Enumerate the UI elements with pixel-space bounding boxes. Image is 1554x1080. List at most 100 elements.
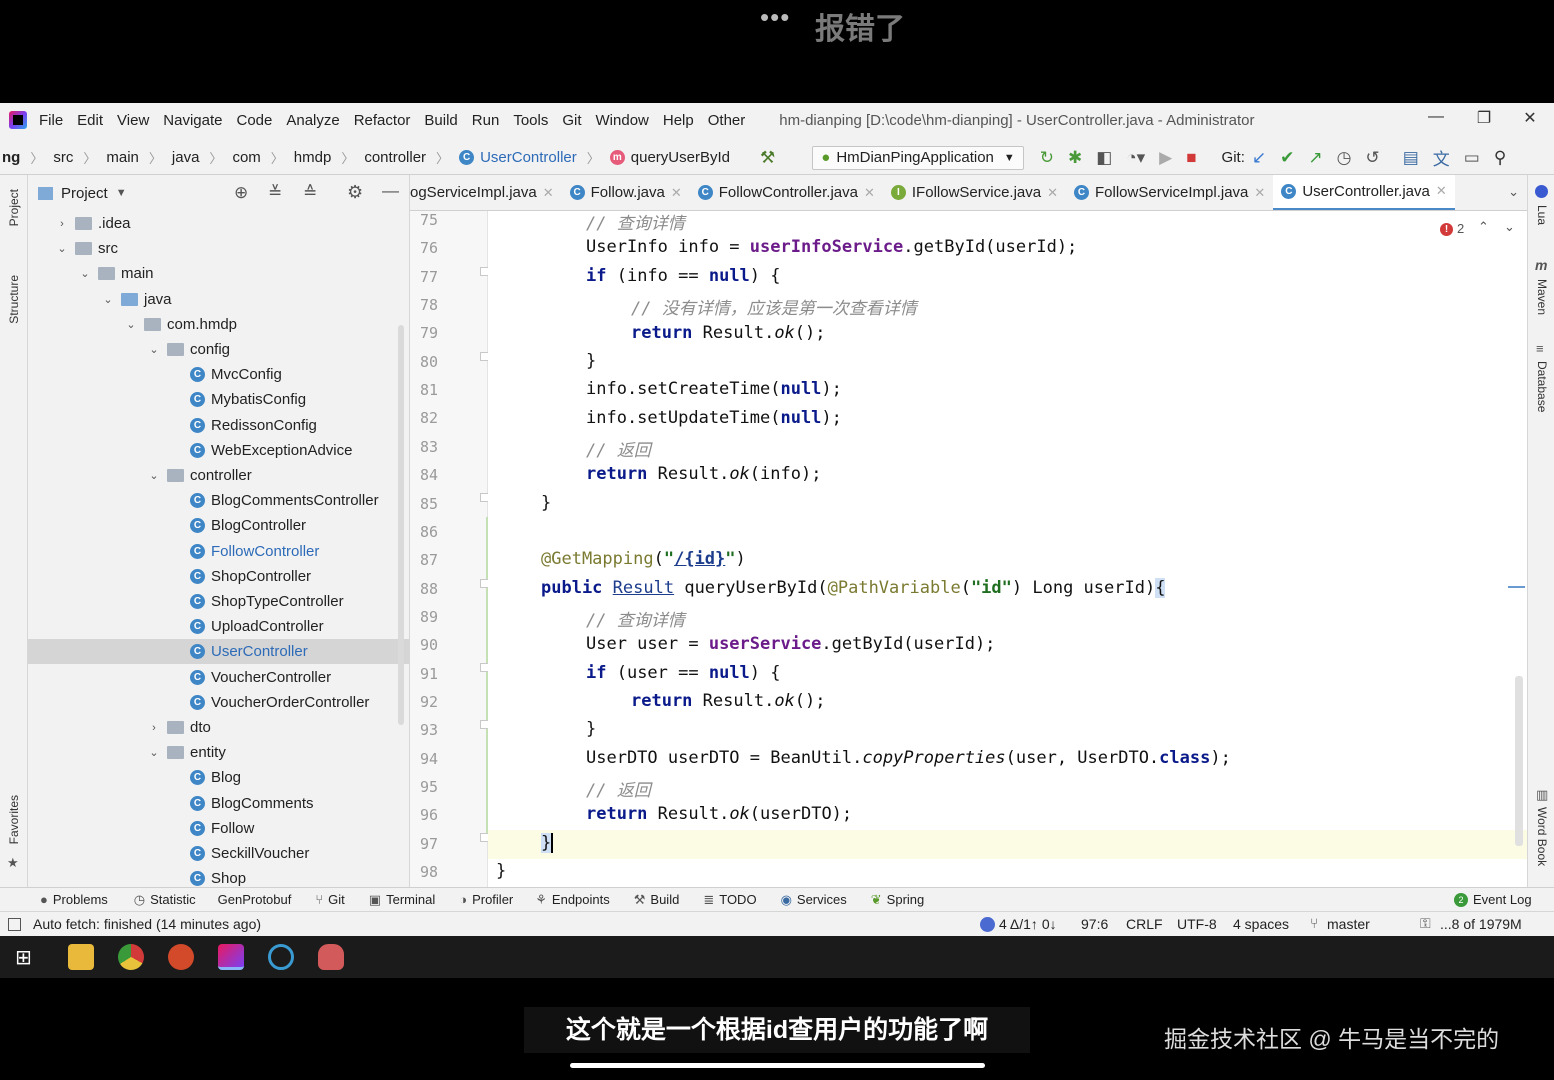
tool-build[interactable]: ⚒ Build	[634, 892, 680, 908]
breadcrumb-usercontroller[interactable]: C UserController	[459, 149, 577, 166]
tree-item-java[interactable]: ⌄ java	[28, 287, 409, 312]
profile-icon[interactable]: ◔▾	[1126, 148, 1145, 168]
line-number[interactable]: 98	[410, 863, 438, 881]
chevron-down-icon[interactable]: ▼	[116, 187, 127, 199]
close-tab-icon[interactable]: ✕	[864, 185, 875, 201]
next-highlight-icon[interactable]: ⌄	[1504, 219, 1515, 235]
tool-todo[interactable]: ≣ TODO	[703, 892, 756, 908]
line-number[interactable]: 76	[410, 239, 438, 257]
translate-icon[interactable]: 文	[1433, 145, 1450, 170]
error-icon[interactable]: !	[1440, 223, 1453, 236]
line-number[interactable]: 93	[410, 721, 438, 739]
line-number[interactable]: 84	[410, 466, 438, 484]
lock-icon[interactable]: ⚿	[1420, 915, 1431, 932]
tree-scrollbar[interactable]	[398, 325, 404, 725]
menu-navigate[interactable]: Navigate	[163, 112, 222, 129]
project-view-label[interactable]: Project	[61, 185, 108, 202]
chevron-down-icon[interactable]: ⌄	[147, 746, 161, 759]
breadcrumb-controller[interactable]: controller	[364, 149, 426, 166]
line-number[interactable]: 79	[410, 324, 438, 342]
structure-tool-tab[interactable]: Structure	[7, 275, 21, 324]
tree-item-src[interactable]: ⌄ src	[28, 236, 409, 261]
tree-item-seckillvoucher[interactable]: C SeckillVoucher	[28, 841, 409, 866]
tab-usercontroller[interactable]: C UserController.java ✕	[1273, 175, 1455, 210]
file-explorer-icon[interactable]	[67, 944, 94, 970]
tab-follow[interactable]: C Follow.java ✕	[562, 175, 690, 210]
chevron-right-icon[interactable]: ›	[147, 722, 161, 734]
memory-indicator[interactable]: ...8 of 1979M	[1440, 916, 1522, 932]
expand-all-icon[interactable]: ≚	[268, 183, 282, 203]
tree-item-controller[interactable]: ⌄ controller	[28, 463, 409, 488]
line-number[interactable]: 83	[410, 438, 438, 456]
tree-item-entity[interactable]: ⌄ entity	[28, 740, 409, 765]
tree-item-vouchercontroller[interactable]: C VoucherController	[28, 665, 409, 690]
tree-item-usercontroller[interactable]: C UserController	[28, 639, 409, 665]
close-tab-icon[interactable]: ✕	[1254, 185, 1265, 201]
breadcrumb-src[interactable]: src	[53, 149, 73, 166]
app-circles-icon[interactable]	[267, 944, 294, 970]
tree-item-blog[interactable]: C Blog	[28, 765, 409, 790]
rerun-icon[interactable]: ↻	[1040, 148, 1054, 168]
tool-terminal[interactable]: ▣ Terminal	[369, 892, 435, 908]
tab-followserviceimpl[interactable]: C FollowServiceImpl.java ✕	[1066, 175, 1273, 210]
tree-item--idea[interactable]: › .idea	[28, 211, 409, 236]
git-push-icon[interactable]: ↗	[1308, 148, 1322, 168]
tree-item-com-hmdp[interactable]: ⌄ com.hmdp	[28, 312, 409, 337]
tree-item-webexceptionadvice[interactable]: C WebExceptionAdvice	[28, 438, 409, 463]
tree-item-mvcconfig[interactable]: C MvcConfig	[28, 362, 409, 387]
line-number[interactable]: 86	[410, 523, 438, 541]
database-tool-tab[interactable]: Database	[1535, 361, 1549, 412]
menu-refactor[interactable]: Refactor	[354, 112, 411, 129]
restore-icon[interactable]: ❐	[1474, 108, 1494, 128]
tree-item-redissonconfig[interactable]: C RedissonConfig	[28, 413, 409, 438]
rollback-icon[interactable]: ↺	[1365, 148, 1379, 168]
debug-bug-icon[interactable]: ✱	[1068, 148, 1082, 168]
chevron-right-icon[interactable]: ›	[55, 218, 69, 230]
tool-problems[interactable]: ● Problems	[40, 892, 108, 907]
file-encoding[interactable]: UTF-8	[1177, 916, 1217, 932]
tab-followcontroller[interactable]: C FollowController.java ✕	[690, 175, 883, 210]
menu-tools[interactable]: Tools	[513, 112, 548, 129]
tab-list-chevron-icon[interactable]: ⌄	[1508, 184, 1519, 200]
git-commit-icon[interactable]: ✔	[1280, 148, 1294, 168]
line-number[interactable]: 89	[410, 608, 438, 626]
git-branch[interactable]: master	[1327, 916, 1370, 932]
editor-scrollbar[interactable]	[1515, 676, 1523, 846]
close-tab-icon[interactable]: ✕	[671, 185, 682, 201]
breadcrumb-hmdp[interactable]: hmdp	[294, 149, 332, 166]
hammer-build-icon[interactable]: ⚒	[760, 148, 775, 168]
chevron-down-icon[interactable]: ⌄	[78, 267, 92, 280]
close-tab-icon[interactable]: ✕	[543, 185, 554, 201]
tree-item-uploadcontroller[interactable]: C UploadController	[28, 614, 409, 639]
menu-analyze[interactable]: Analyze	[286, 112, 339, 129]
project-structure-icon[interactable]: ▤	[1403, 148, 1419, 168]
menu-window[interactable]: Window	[596, 112, 649, 129]
tree-item-shoptypecontroller[interactable]: C ShopTypeController	[28, 589, 409, 614]
minimize-icon[interactable]: —	[1426, 108, 1446, 126]
more-dots-icon[interactable]: •••	[760, 2, 790, 33]
line-separator[interactable]: CRLF	[1126, 916, 1163, 932]
previous-highlight-icon[interactable]: ⌃	[1478, 219, 1489, 235]
favorites-tool-tab[interactable]: Favorites	[7, 795, 21, 844]
tree-item-follow[interactable]: C Follow	[28, 816, 409, 841]
menu-view[interactable]: View	[117, 112, 149, 129]
stop-icon[interactable]: ■	[1186, 148, 1196, 168]
tab-ifollowservice[interactable]: I IFollowService.java ✕	[883, 175, 1066, 210]
tree-item-main[interactable]: ⌄ main	[28, 261, 409, 286]
locate-icon[interactable]: ⊕	[234, 183, 248, 203]
status-message[interactable]: Auto fetch: finished (14 minutes ago)	[33, 916, 261, 932]
tree-item-blogcontroller[interactable]: C BlogController	[28, 513, 409, 538]
tree-item-dto[interactable]: › dto	[28, 715, 409, 740]
line-number[interactable]: 94	[410, 750, 438, 768]
intellij-taskbar-icon[interactable]	[217, 944, 244, 970]
line-number[interactable]: 82	[410, 409, 438, 427]
search-icon[interactable]: ⚲	[1494, 148, 1506, 168]
windows-start-icon[interactable]: ⊞	[15, 945, 32, 970]
word-book-tool-tab[interactable]: Word Book	[1535, 807, 1549, 866]
breadcrumb-method[interactable]: m queryUserById	[609, 149, 730, 166]
panel-toggle-icon[interactable]	[8, 917, 21, 931]
menu-other[interactable]: Other	[708, 112, 746, 129]
chrome-icon[interactable]	[117, 944, 144, 970]
tool-git[interactable]: ⑂ Git	[315, 892, 344, 907]
line-number[interactable]: 92	[410, 693, 438, 711]
